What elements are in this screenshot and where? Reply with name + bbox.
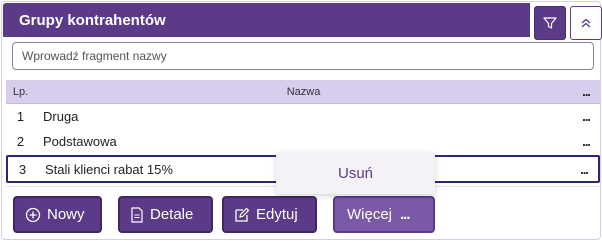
details-button[interactable]: Detale [118, 196, 213, 233]
new-button-label: Nowy [47, 206, 85, 223]
collapse-button[interactable] [570, 6, 602, 40]
more-button[interactable]: Więcej ... [333, 196, 435, 233]
row-number: 3 [18, 161, 27, 177]
panel-header: Grupy kontrahentów [3, 3, 530, 37]
document-icon [130, 206, 144, 223]
edit-icon [234, 207, 250, 223]
new-button[interactable]: Nowy [13, 196, 102, 233]
search-input[interactable] [12, 42, 594, 70]
details-button-label: Detale [150, 206, 194, 223]
edit-button[interactable]: Edytuj [222, 196, 317, 233]
table-row[interactable]: 2 Podstawowa ... [6, 129, 600, 154]
more-button-label: Więcej [347, 206, 393, 223]
row-more-button[interactable]: ... [572, 109, 600, 124]
column-header-more[interactable]: ... [572, 84, 600, 99]
contractor-groups-panel: Grupy kontrahentów Lp. Nazwa ... 1 Druga… [1, 1, 602, 240]
more-menu: Usuń [276, 152, 435, 194]
plus-circle-icon [25, 207, 41, 223]
table-header: Lp. Nazwa ... [6, 80, 600, 104]
row-more-button[interactable]: ... [572, 134, 600, 149]
chevron-double-up-icon [581, 18, 591, 28]
row-number: 2 [16, 134, 25, 149]
filter-button[interactable] [534, 6, 566, 40]
more-dots-icon: ... [400, 206, 410, 223]
row-name: Druga [43, 109, 79, 124]
row-name: Podstawowa [43, 134, 117, 149]
row-more-button[interactable]: ... [570, 162, 598, 177]
edit-button-label: Edytuj [256, 206, 298, 223]
column-header-lp: Lp. [12, 85, 29, 98]
menu-item-delete[interactable]: Usuń [338, 165, 373, 182]
filter-icon [543, 17, 557, 29]
column-header-name: Nazwa [286, 85, 321, 98]
table-row[interactable]: 1 Druga ... [6, 104, 600, 129]
panel-title: Grupy kontrahentów [19, 12, 166, 29]
row-number: 1 [16, 109, 25, 124]
